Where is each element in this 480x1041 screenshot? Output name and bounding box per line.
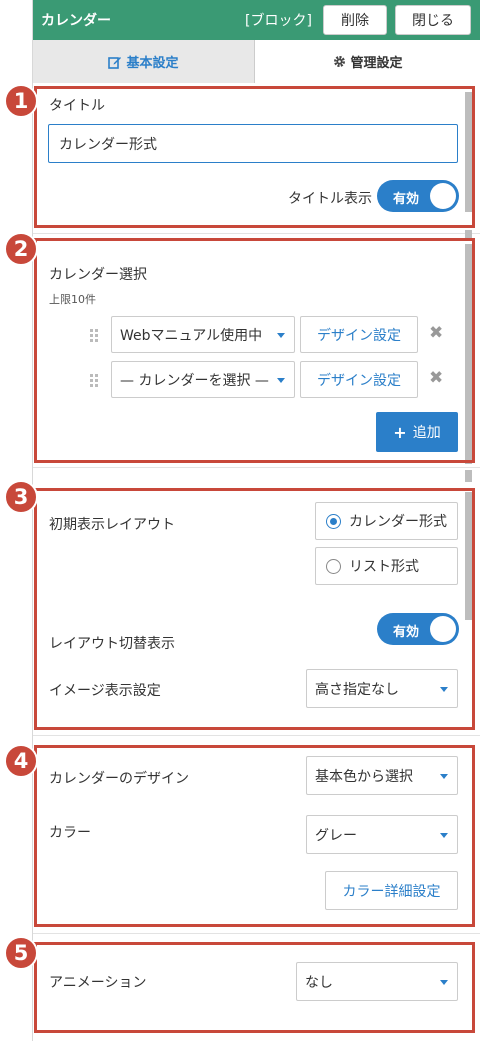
- limit-label: 上限10件: [49, 293, 96, 306]
- layout-switch-label: レイアウト切替表示: [49, 636, 175, 652]
- add-calendar-button[interactable]: + 追加: [376, 412, 458, 452]
- calendar-select-1-value: Webマニュアル使用中: [120, 327, 263, 344]
- toggle-label: 有効: [393, 625, 420, 640]
- layout-option-list[interactable]: リスト形式: [315, 547, 458, 585]
- calendar-design-select[interactable]: 基本色から選択: [306, 756, 458, 795]
- tab-admin-settings[interactable]: 管理設定: [255, 40, 480, 83]
- animation-value: なし: [305, 974, 333, 991]
- chevron-down-icon: [440, 686, 448, 692]
- toggle-label: 有効: [393, 192, 420, 207]
- tab-basic-settings-label: 基本設定: [126, 56, 179, 71]
- calendar-select-2-value: — カレンダーを選択 —: [120, 372, 269, 389]
- title-display-toggle[interactable]: 有効: [377, 180, 459, 212]
- layout-option-calendar[interactable]: カレンダー形式: [315, 502, 458, 540]
- badge-5: 5: [4, 936, 38, 970]
- design-settings-button-1[interactable]: デザイン設定: [300, 316, 418, 353]
- layout-switch-toggle[interactable]: 有効: [377, 613, 459, 645]
- drag-handle-icon[interactable]: [90, 374, 98, 387]
- badge-2: 2: [4, 232, 38, 266]
- page-root: カレンダー [ブロック] 削除 閉じる 基本設定 管理設定 1 タイトル カレン…: [0, 0, 480, 1041]
- layout-option-list-label: リスト形式: [349, 559, 419, 575]
- layout-option-calendar-label: カレンダー形式: [349, 514, 447, 530]
- divider: [33, 933, 480, 934]
- chevron-down-icon: [440, 773, 448, 779]
- image-display-value: 高さ指定なし: [315, 681, 399, 698]
- badge-1: 1: [4, 84, 38, 118]
- drag-handle-icon[interactable]: [90, 329, 98, 342]
- title-label: タイトル: [49, 98, 105, 114]
- plus-icon: +: [393, 422, 407, 442]
- divider: [33, 735, 480, 736]
- tab-bar: 基本設定 管理設定: [33, 40, 480, 83]
- divider: [33, 233, 480, 234]
- badge-4: 4: [4, 744, 38, 778]
- divider: [33, 467, 480, 468]
- title-display-label: タイトル表示: [288, 191, 372, 207]
- calendar-select-1[interactable]: Webマニュアル使用中: [111, 316, 295, 353]
- toggle-knob: [430, 616, 456, 642]
- scrollbar-thumb[interactable]: [465, 230, 472, 238]
- calendar-design-value: 基本色から選択: [315, 768, 413, 785]
- panel-title: カレンダー: [41, 13, 111, 29]
- animation-select[interactable]: なし: [296, 962, 458, 1001]
- close-button[interactable]: 閉じる: [395, 5, 471, 35]
- design-settings-button-2[interactable]: デザイン設定: [300, 361, 418, 398]
- radio-selected-icon: [326, 513, 341, 529]
- gear-icon: [334, 56, 346, 67]
- chevron-down-icon: [440, 832, 448, 838]
- calendar-select-label: カレンダー選択: [49, 267, 147, 283]
- remove-row-icon[interactable]: ✖: [429, 323, 443, 343]
- chevron-down-icon: [277, 332, 285, 338]
- edit-icon: [108, 56, 122, 69]
- block-type-label: [ブロック]: [245, 13, 312, 29]
- initial-layout-label: 初期表示レイアウト: [49, 517, 175, 533]
- chevron-down-icon: [440, 979, 448, 985]
- calendar-select-2[interactable]: — カレンダーを選択 —: [111, 361, 295, 398]
- delete-button[interactable]: 削除: [323, 5, 387, 35]
- badge-3: 3: [4, 480, 38, 514]
- tab-basic-settings[interactable]: 基本設定: [33, 40, 255, 83]
- color-value: グレー: [315, 827, 357, 844]
- color-select[interactable]: グレー: [306, 815, 458, 854]
- chevron-down-icon: [277, 377, 285, 383]
- animation-label: アニメーション: [49, 975, 147, 991]
- image-display-label: イメージ表示設定: [49, 683, 161, 699]
- color-label: カラー: [49, 825, 91, 841]
- radio-unselected-icon: [326, 558, 341, 574]
- add-label: 追加: [412, 425, 441, 441]
- calendar-design-label: カレンダーのデザイン: [49, 771, 189, 787]
- tab-admin-settings-label: 管理設定: [350, 56, 403, 71]
- color-detail-settings-button[interactable]: カラー詳細設定: [325, 871, 458, 910]
- title-input[interactable]: カレンダー形式: [48, 124, 458, 163]
- panel-header: カレンダー [ブロック] 削除 閉じる: [33, 0, 480, 40]
- image-display-select[interactable]: 高さ指定なし: [306, 669, 458, 708]
- scrollbar-thumb[interactable]: [465, 470, 472, 482]
- toggle-knob: [430, 183, 456, 209]
- remove-row-icon[interactable]: ✖: [429, 368, 443, 388]
